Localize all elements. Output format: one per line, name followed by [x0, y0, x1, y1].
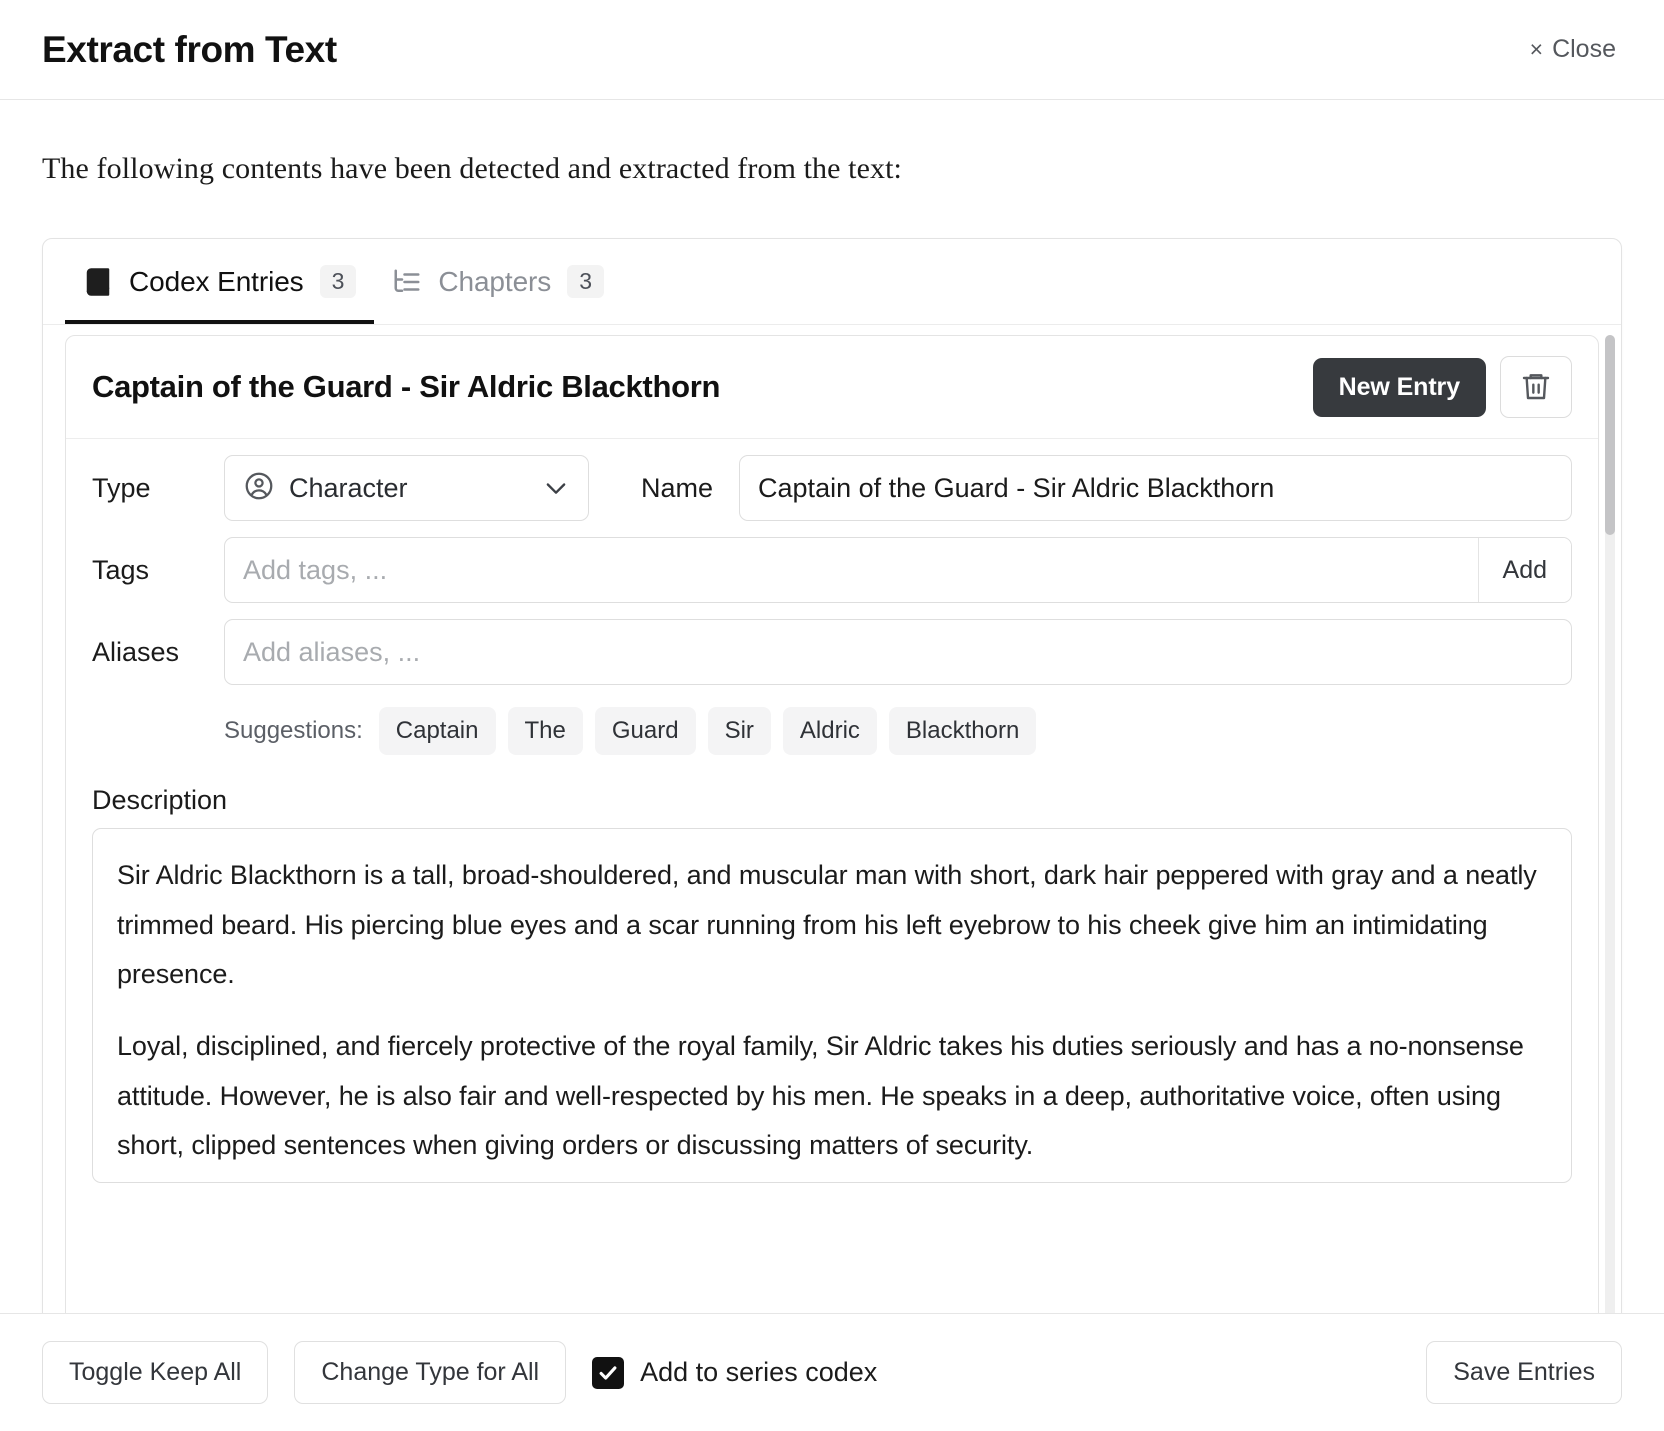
user-circle-icon	[243, 470, 275, 507]
name-label: Name	[641, 473, 713, 504]
tab-codex-entries-count: 3	[320, 265, 357, 298]
name-input[interactable]	[739, 455, 1572, 521]
tab-chapters-count: 3	[567, 265, 604, 298]
trash-icon	[1520, 370, 1552, 405]
entry-form: Type Character	[66, 439, 1598, 1429]
tags-input[interactable]	[225, 538, 1478, 602]
suggestions-row: Suggestions: Captain The Guard Sir Aldri…	[92, 685, 1572, 755]
description-textarea[interactable]: Sir Aldric Blackthorn is a tall, broad-s…	[92, 828, 1572, 1183]
close-button-label: Close	[1552, 35, 1616, 64]
intro-text: The following contents have been detecte…	[0, 100, 1664, 186]
delete-entry-button[interactable]	[1500, 356, 1572, 418]
tab-chapters-label: Chapters	[438, 266, 551, 298]
codex-entry-card: Captain of the Guard - Sir Aldric Blackt…	[65, 335, 1599, 1430]
page-title: Extract from Text	[42, 29, 337, 71]
aliases-row: Aliases	[92, 603, 1572, 685]
suggestion-chip[interactable]: Aldric	[783, 707, 877, 755]
entries-scrollbar[interactable]	[1605, 335, 1615, 1430]
suggestion-chip[interactable]: Blackthorn	[889, 707, 1036, 755]
tab-bar: Codex Entries 3 Chapters 3	[43, 239, 1621, 325]
toggle-keep-all-button[interactable]: Toggle Keep All	[42, 1341, 268, 1404]
extraction-panel: Codex Entries 3 Chapters 3	[42, 238, 1622, 1431]
suggestions-label: Suggestions:	[224, 717, 363, 745]
save-entries-button[interactable]: Save Entries	[1426, 1341, 1622, 1404]
close-icon: ×	[1530, 38, 1543, 61]
type-select[interactable]: Character	[224, 455, 589, 521]
description-label: Description	[92, 755, 1572, 828]
entries-scroll-area: Captain of the Guard - Sir Aldric Blackt…	[43, 325, 1621, 1430]
tab-codex-entries-label: Codex Entries	[129, 266, 304, 298]
add-tag-button[interactable]: Add	[1478, 538, 1571, 602]
description-paragraph: Loyal, disciplined, and fiercely protect…	[117, 1022, 1547, 1171]
type-name-row: Type Character	[92, 439, 1572, 521]
close-button[interactable]: × Close	[1524, 31, 1622, 68]
entry-header-actions: New Entry	[1313, 356, 1572, 418]
tab-chapters[interactable]: Chapters 3	[374, 239, 622, 324]
aliases-label: Aliases	[92, 637, 224, 668]
tab-codex-entries[interactable]: Codex Entries 3	[65, 239, 374, 324]
modal-header: Extract from Text × Close	[0, 0, 1664, 100]
entry-header: Captain of the Guard - Sir Aldric Blackt…	[66, 336, 1598, 439]
type-select-value: Character	[289, 473, 528, 504]
entries-scrollbar-thumb[interactable]	[1605, 335, 1615, 535]
chevron-down-icon	[542, 474, 570, 502]
entry-title: Captain of the Guard - Sir Aldric Blackt…	[92, 369, 720, 405]
add-to-series-codex-checkbox[interactable]: Add to series codex	[592, 1357, 877, 1389]
extract-from-text-modal: Extract from Text × Close The following …	[0, 0, 1664, 1431]
list-tree-icon	[392, 267, 422, 297]
book-icon	[83, 267, 113, 297]
checkbox-checked-icon	[592, 1357, 624, 1389]
suggestion-chip[interactable]: Captain	[379, 707, 496, 755]
tags-label: Tags	[92, 555, 224, 586]
aliases-input[interactable]	[224, 619, 1572, 685]
description-paragraph: Sir Aldric Blackthorn is a tall, broad-s…	[117, 851, 1547, 1000]
tags-input-group: Add	[224, 537, 1572, 603]
suggestion-chip[interactable]: The	[508, 707, 583, 755]
change-type-for-all-button[interactable]: Change Type for All	[294, 1341, 566, 1404]
new-entry-button[interactable]: New Entry	[1313, 358, 1486, 417]
tags-row: Tags Add	[92, 521, 1572, 603]
suggestion-chip[interactable]: Sir	[708, 707, 771, 755]
add-to-series-codex-label: Add to series codex	[640, 1357, 877, 1388]
type-label: Type	[92, 473, 224, 504]
modal-footer: Toggle Keep All Change Type for All Add …	[0, 1313, 1664, 1431]
suggestion-chip[interactable]: Guard	[595, 707, 696, 755]
